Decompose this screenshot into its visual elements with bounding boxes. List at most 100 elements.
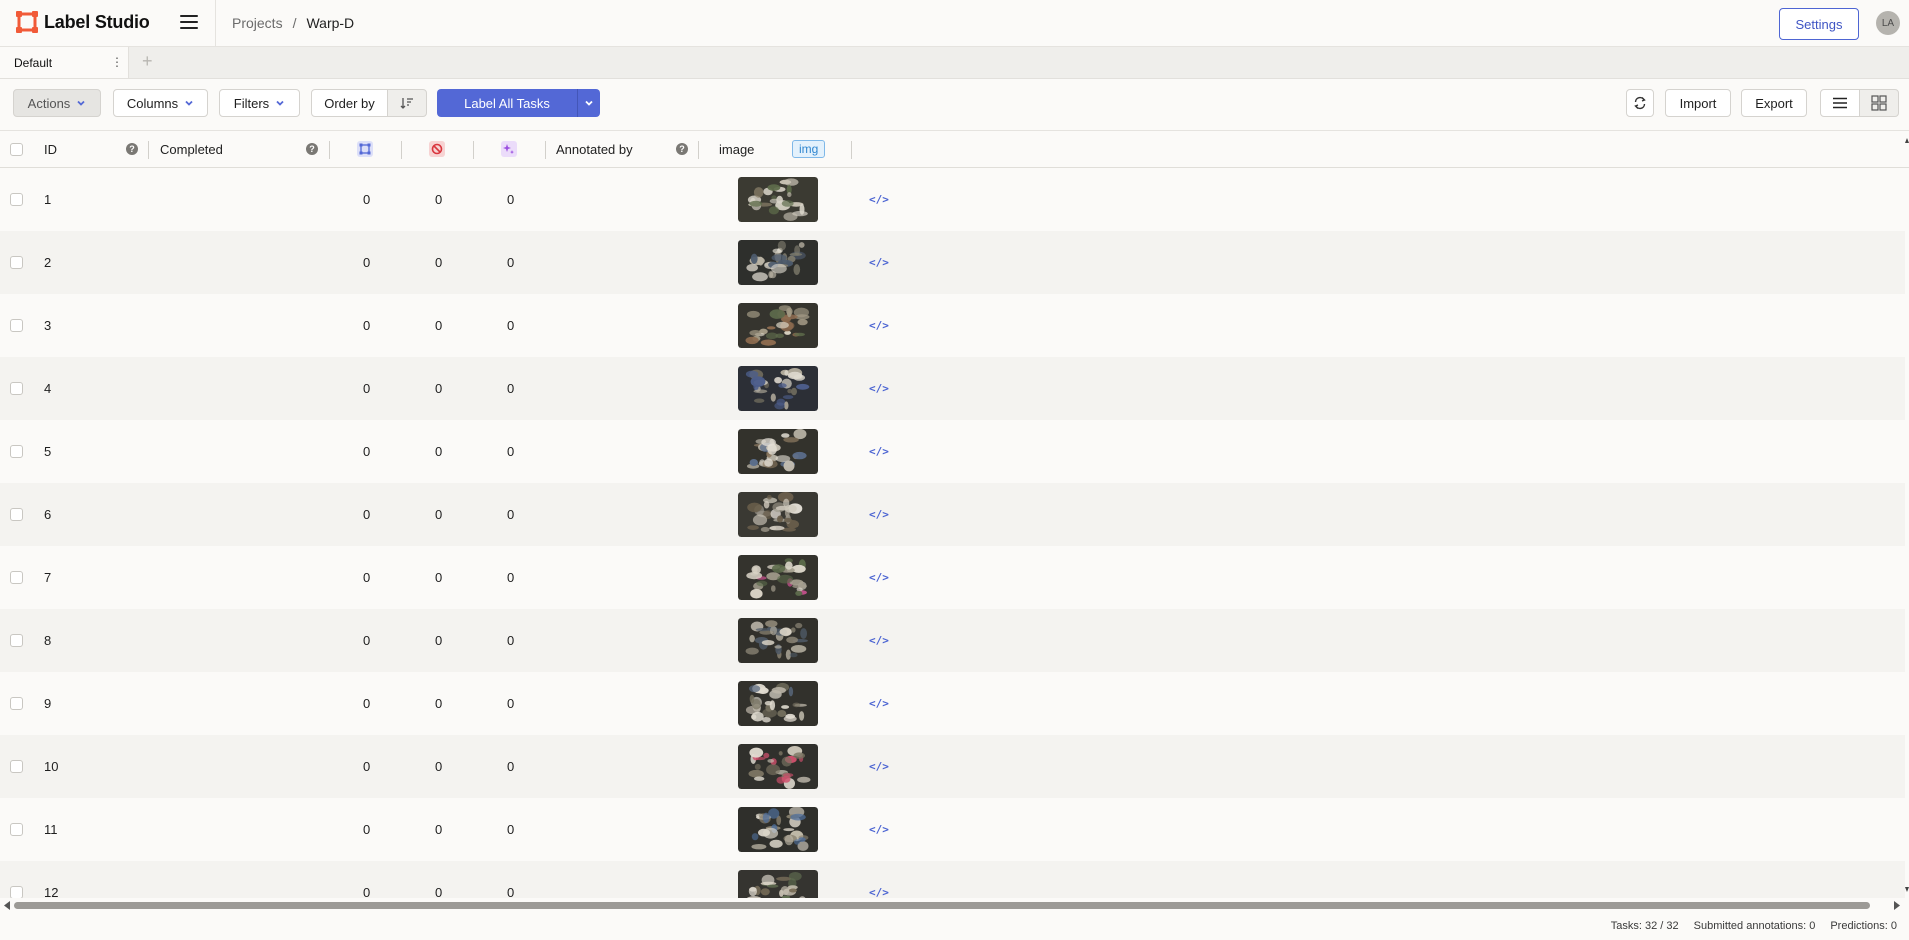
order-by-button[interactable]: Order by — [311, 89, 388, 117]
view-source-cell[interactable]: </> — [869, 798, 889, 861]
code-icon[interactable]: </> — [869, 382, 889, 395]
task-image-cell[interactable] — [738, 546, 818, 609]
help-icon[interactable]: ? — [306, 143, 318, 155]
add-tab-icon[interactable]: + — [142, 51, 153, 72]
task-image-thumbnail[interactable] — [738, 807, 818, 852]
row-select-cell[interactable] — [10, 861, 23, 898]
view-source-cell[interactable]: </> — [869, 231, 889, 294]
task-image-thumbnail[interactable] — [738, 492, 818, 537]
view-source-cell[interactable]: </> — [869, 357, 889, 420]
task-image-cell[interactable] — [738, 168, 818, 231]
row-select-cell[interactable] — [10, 231, 23, 294]
column-header-predictions[interactable] — [501, 131, 517, 167]
row-checkbox[interactable] — [10, 760, 23, 773]
select-all-checkbox[interactable] — [10, 142, 23, 156]
scroll-up-icon[interactable] — [1905, 138, 1909, 143]
row-select-cell[interactable] — [10, 420, 23, 483]
task-image-thumbnail[interactable] — [738, 681, 818, 726]
row-checkbox[interactable] — [10, 634, 23, 647]
row-checkbox[interactable] — [10, 193, 23, 206]
task-image-cell[interactable] — [738, 294, 818, 357]
task-image-cell[interactable] — [738, 735, 818, 798]
actions-button[interactable]: Actions — [13, 89, 101, 117]
row-checkbox[interactable] — [10, 508, 23, 521]
horizontal-scrollbar[interactable] — [0, 898, 1909, 912]
code-icon[interactable]: </> — [869, 571, 889, 584]
grid-view-button[interactable] — [1859, 89, 1899, 117]
list-view-button[interactable] — [1820, 89, 1860, 117]
view-source-cell[interactable]: </> — [869, 546, 889, 609]
table-row[interactable]: 4 0 0 0 </> — [0, 357, 1905, 420]
table-row[interactable]: 9 0 0 0 </> — [0, 672, 1905, 735]
table-row[interactable]: 3 0 0 0 </> — [0, 294, 1905, 357]
table-row[interactable]: 6 0 0 0 </> — [0, 483, 1905, 546]
horizontal-scroll-thumb[interactable] — [14, 902, 1870, 909]
breadcrumb-projects[interactable]: Projects — [232, 15, 283, 31]
column-header-cancelled[interactable] — [429, 131, 445, 167]
table-row[interactable]: 10 0 0 0 </> — [0, 735, 1905, 798]
export-button[interactable]: Export — [1741, 89, 1807, 117]
row-select-cell[interactable] — [10, 168, 23, 231]
annotated-by-help[interactable]: ? — [676, 131, 688, 167]
id-help[interactable]: ? — [126, 131, 138, 167]
task-image-cell[interactable] — [738, 483, 818, 546]
task-image-thumbnail[interactable] — [738, 870, 818, 898]
task-image-thumbnail[interactable] — [738, 744, 818, 789]
scroll-down-icon[interactable] — [1905, 887, 1909, 892]
app-logo[interactable]: Label Studio — [16, 11, 150, 33]
columns-button[interactable]: Columns — [113, 89, 208, 117]
row-select-cell[interactable] — [10, 798, 23, 861]
row-checkbox[interactable] — [10, 382, 23, 395]
task-image-cell[interactable] — [738, 861, 818, 898]
code-icon[interactable]: </> — [869, 886, 889, 898]
task-image-thumbnail[interactable] — [738, 303, 818, 348]
vertical-scrollbar[interactable] — [1905, 131, 1909, 898]
table-row[interactable]: 11 0 0 0 </> — [0, 798, 1905, 861]
column-header-id[interactable]: ID — [44, 131, 57, 167]
view-source-cell[interactable]: </> — [869, 294, 889, 357]
task-image-thumbnail[interactable] — [738, 618, 818, 663]
completed-help[interactable]: ? — [306, 131, 318, 167]
code-icon[interactable]: </> — [869, 760, 889, 773]
avatar[interactable]: LA — [1876, 11, 1900, 35]
label-options-chevron-icon[interactable] — [578, 98, 600, 108]
task-image-cell[interactable] — [738, 672, 818, 735]
import-button[interactable]: Import — [1665, 89, 1731, 117]
view-source-cell[interactable]: </> — [869, 861, 889, 898]
view-source-cell[interactable]: </> — [869, 420, 889, 483]
table-row[interactable]: 1 0 0 0 </> — [0, 168, 1905, 231]
row-checkbox[interactable] — [10, 256, 23, 269]
refresh-button[interactable] — [1626, 89, 1654, 117]
code-icon[interactable]: </> — [869, 508, 889, 521]
row-select-cell[interactable] — [10, 294, 23, 357]
task-image-cell[interactable] — [738, 609, 818, 672]
settings-button[interactable]: Settings — [1779, 8, 1859, 40]
task-image-cell[interactable] — [738, 231, 818, 294]
view-source-cell[interactable]: </> — [869, 168, 889, 231]
table-row[interactable]: 2 0 0 0 </> — [0, 231, 1905, 294]
task-image-thumbnail[interactable] — [738, 240, 818, 285]
view-source-cell[interactable]: </> — [869, 609, 889, 672]
task-image-thumbnail[interactable] — [738, 429, 818, 474]
row-checkbox[interactable] — [10, 697, 23, 710]
column-header-completed[interactable]: Completed — [160, 131, 223, 167]
scroll-left-icon[interactable] — [3, 901, 11, 910]
task-image-thumbnail[interactable] — [738, 555, 818, 600]
label-all-tasks-button[interactable]: Label All Tasks — [437, 89, 600, 117]
tab-default[interactable]: Default ⋮ — [0, 47, 129, 78]
row-checkbox[interactable] — [10, 823, 23, 836]
help-icon[interactable]: ? — [126, 143, 138, 155]
row-select-cell[interactable] — [10, 357, 23, 420]
column-header-image[interactable]: image — [719, 131, 754, 167]
table-row[interactable]: 5 0 0 0 </> — [0, 420, 1905, 483]
row-select-cell[interactable] — [10, 609, 23, 672]
code-icon[interactable]: </> — [869, 634, 889, 647]
task-image-cell[interactable] — [738, 357, 818, 420]
help-icon[interactable]: ? — [676, 143, 688, 155]
task-image-cell[interactable] — [738, 420, 818, 483]
row-checkbox[interactable] — [10, 445, 23, 458]
sort-direction-button[interactable] — [387, 89, 427, 117]
view-source-cell[interactable]: </> — [869, 735, 889, 798]
task-image-thumbnail[interactable] — [738, 366, 818, 411]
task-image-cell[interactable] — [738, 798, 818, 861]
